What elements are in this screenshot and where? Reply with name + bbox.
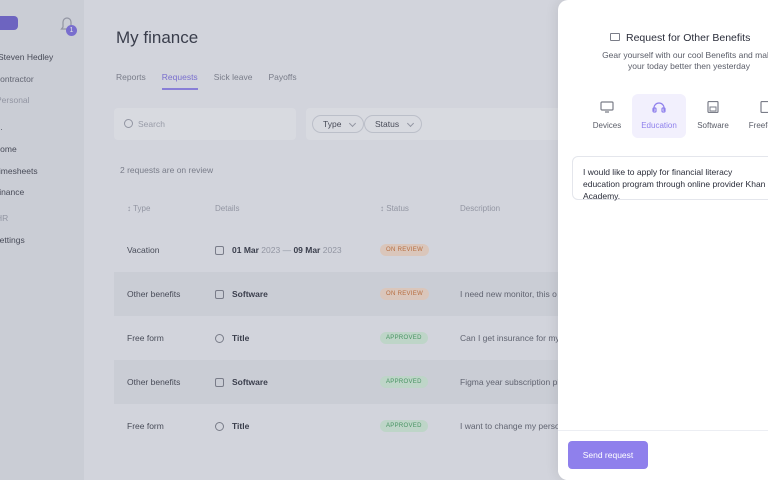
category-software-label: Software <box>697 121 729 130</box>
document-icon <box>760 101 768 113</box>
monitor-icon <box>600 101 614 113</box>
send-request-button[interactable]: Send request <box>568 441 648 469</box>
category-devices-label: Devices <box>592 121 622 130</box>
monitor-icon <box>610 33 620 41</box>
headphones-icon <box>652 102 666 113</box>
panel-footer: Send request <box>558 430 768 480</box>
category-freeform[interactable]: Freeform <box>738 94 768 138</box>
category-freeform-label: Freeform <box>748 121 768 130</box>
request-text-field[interactable]: I would like to apply for financial lite… <box>572 156 768 201</box>
save-icon <box>707 101 719 113</box>
request-panel: Request for Other Benefits Gear yourself… <box>558 0 768 480</box>
category-education[interactable]: Education <box>632 94 686 138</box>
panel-title: Request for Other Benefits <box>626 32 751 44</box>
panel-subtitle: Gear yourself with our cool Benefits and… <box>602 50 768 71</box>
category-devices[interactable]: Devices <box>580 94 634 138</box>
category-software[interactable]: Software <box>686 94 740 138</box>
category-education-label: Education <box>641 121 677 130</box>
